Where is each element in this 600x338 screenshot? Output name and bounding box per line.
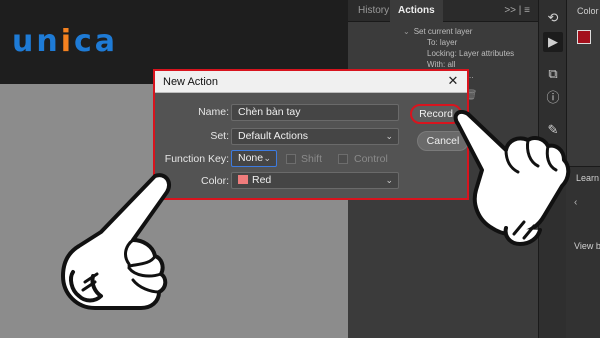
- function-key-select[interactable]: None ⌄: [231, 150, 277, 167]
- set-label: Set:: [210, 130, 229, 142]
- color-select-value: Red: [252, 174, 272, 186]
- action-param: To: layer: [427, 38, 458, 47]
- action-param: Locking: Layer attributes: [427, 49, 515, 58]
- history-icon[interactable]: ⟲: [543, 8, 563, 28]
- pointing-hand-right-icon: [453, 110, 571, 246]
- color-panel-title: Color: [577, 6, 599, 16]
- unica-logo: unica: [12, 24, 118, 59]
- panel-menu-icon[interactable]: >> | ≡: [504, 0, 530, 22]
- chevron-down-icon: ⌄: [263, 153, 271, 163]
- chevron-down-icon: ⌄: [385, 131, 393, 141]
- action-step-label: Set current layer: [413, 27, 473, 36]
- set-select[interactable]: Default Actions ⌄: [231, 128, 399, 145]
- control-checkbox[interactable]: [338, 154, 348, 164]
- chevron-down-icon[interactable]: ⌄: [403, 27, 410, 36]
- dialog-titlebar: New Action ✕: [155, 71, 467, 93]
- new-action-dialog: New Action ✕ Name: Chèn bàn tay Set: Def…: [153, 69, 469, 200]
- panel-tab-row: History Actions >> | ≡: [348, 0, 538, 22]
- function-key-value: None: [238, 152, 264, 164]
- pointing-hand-left-icon: [61, 173, 172, 310]
- foreground-color-swatch[interactable]: [577, 30, 591, 44]
- back-chevron-icon[interactable]: ‹: [574, 197, 577, 208]
- tab-actions[interactable]: Actions: [390, 0, 443, 22]
- libraries-icon[interactable]: ⧉: [543, 64, 563, 84]
- color-label: Color:: [200, 175, 229, 187]
- control-label: Control: [354, 153, 388, 165]
- learn-view-link[interactable]: View b: [574, 241, 600, 251]
- close-icon[interactable]: ✕: [445, 73, 461, 89]
- function-key-label: Function Key:: [164, 153, 229, 165]
- logo-part-3: ca: [74, 24, 119, 59]
- info-icon[interactable]: ⓘ: [543, 88, 563, 108]
- shift-checkbox[interactable]: [286, 154, 296, 164]
- name-field[interactable]: Chèn bàn tay: [231, 104, 399, 121]
- logo-part-2: i: [60, 24, 75, 59]
- color-chip: [238, 175, 248, 184]
- chevron-down-icon: ⌄: [385, 175, 393, 185]
- action-step[interactable]: ⌄ Set current layer: [403, 26, 533, 37]
- set-select-value: Default Actions: [238, 130, 309, 142]
- color-select[interactable]: Red ⌄: [231, 172, 399, 189]
- dialog-title: New Action: [163, 76, 219, 88]
- shift-label: Shift: [301, 153, 323, 165]
- actions-play-icon[interactable]: ▶: [543, 32, 563, 52]
- learn-panel-title: Learn: [576, 173, 600, 183]
- name-label: Name:: [198, 106, 229, 118]
- logo-part-1: un: [12, 24, 61, 59]
